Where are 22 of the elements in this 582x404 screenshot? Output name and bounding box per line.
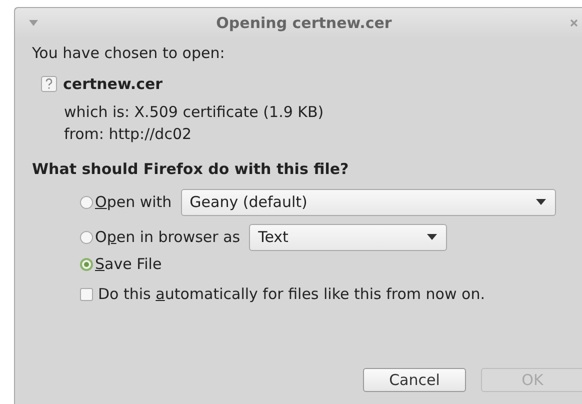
option-label[interactable]: Open with: [95, 193, 172, 211]
intro-text: You have chosen to open:: [32, 44, 225, 62]
question-heading: What should Firefox do with this file?: [32, 160, 349, 178]
dialog-button[interactable]: Cancel: [363, 368, 466, 392]
caret-icon: [427, 234, 438, 240]
option-label[interactable]: Save File: [95, 255, 162, 273]
option-label[interactable]: Open in browser as: [95, 228, 240, 246]
file-source: from: http://dc02: [64, 124, 192, 145]
checkbox-label[interactable]: Do this automatically for files like this from now on.: [98, 285, 485, 303]
file-name: certnew.cer: [63, 75, 163, 93]
close-icon[interactable]: [570, 19, 578, 27]
radio-button[interactable]: [80, 196, 93, 208]
file-type: which is: X.509 certificate (1.9 KB): [64, 102, 324, 123]
window-menu-icon[interactable]: [29, 20, 38, 26]
caret-icon: [536, 199, 546, 205]
radio-button[interactable]: [80, 258, 93, 270]
dropdown[interactable]: Text: [249, 224, 448, 250]
radio-button[interactable]: [80, 230, 93, 244]
dropdown[interactable]: Geany (default): [180, 188, 556, 216]
checkbox[interactable]: [80, 288, 93, 300]
window-title: Opening certnew.cer: [215, 14, 393, 32]
unknown-file-icon: [41, 76, 57, 92]
